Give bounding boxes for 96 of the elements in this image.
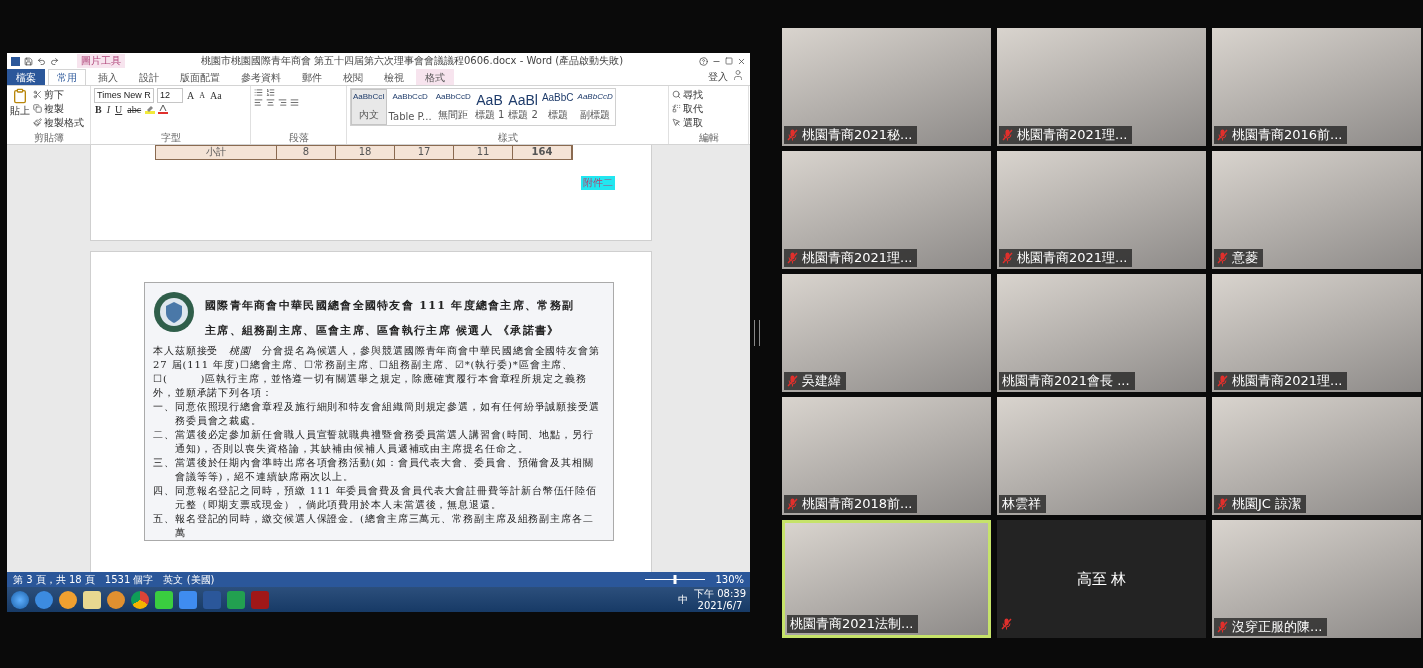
participant-name: 桃園JC 諒潔 xyxy=(1232,495,1302,513)
zoom-level: 130% xyxy=(715,574,744,585)
highlight-icon[interactable] xyxy=(145,105,156,114)
participant-name: 桃園青商2018前... xyxy=(802,495,913,513)
justify-icon[interactable] xyxy=(290,98,299,107)
select-button[interactable]: 選取 xyxy=(672,116,703,129)
group-label: 剪貼簿 xyxy=(32,132,65,144)
font-name-field[interactable]: Times New R xyxy=(94,88,154,103)
group-label: 段落 xyxy=(287,132,310,144)
table-cell: 164 xyxy=(513,146,572,159)
clock[interactable]: 下午 08:39 2021/6/7 xyxy=(694,587,746,612)
table-cell: 11 xyxy=(454,146,513,159)
paste-button[interactable]: 貼上 xyxy=(10,88,30,118)
shrink-font-button[interactable]: A xyxy=(198,91,206,100)
pledge-item: 同意依照現行總會章程及施行細則和特友會組織簡則規定參選，如有任何紛爭誠願接受選務委員會之裁處。 xyxy=(174,400,601,428)
undo-icon[interactable] xyxy=(37,56,46,66)
table-cell: 小計 xyxy=(156,146,277,159)
strikethrough-button[interactable]: abc xyxy=(126,104,143,115)
pledge-item: 同意報名登記之同時，預繳 111 年委員會費及會員代表大會註冊費等計新台幣伍仟陸佰元整（即期支票或現金），倘此項費用於本人未當選後，無息退還。 xyxy=(174,484,599,512)
user-avatar-icon[interactable] xyxy=(732,69,744,81)
participant-name: 桃園青商2016前... xyxy=(1232,126,1343,144)
language: 英文 (美國) xyxy=(163,572,215,587)
font-color-icon[interactable] xyxy=(158,105,169,114)
ribbon-tab[interactable]: 格式 xyxy=(416,69,454,85)
participant-name: 桃園青商2021理... xyxy=(1017,126,1128,144)
participant-name: 高至 林 xyxy=(1076,569,1127,589)
help-icon[interactable] xyxy=(699,56,708,66)
italic-button[interactable]: I xyxy=(105,104,111,115)
align-left-icon[interactable] xyxy=(254,98,263,107)
page-count: 第 3 頁，共 18 頁 xyxy=(13,572,95,587)
scissors-icon xyxy=(33,90,42,99)
start-button[interactable] xyxy=(11,590,29,609)
clipboard-icon xyxy=(12,88,28,104)
document-title: 主席、組務副主席、區會主席、區會執行主席 候選人 《承諾書》 xyxy=(205,323,561,338)
participant-name: 林雲祥 xyxy=(1002,495,1041,513)
item-number: 四、 xyxy=(153,484,175,498)
table-cell: 8 xyxy=(277,146,336,159)
sign-in-link[interactable]: 登入 xyxy=(708,70,728,84)
participant-name: 桃園青商2021理... xyxy=(1232,372,1343,390)
participant-name: 沒穿正服的陳... xyxy=(1232,618,1323,636)
item-number: 五、 xyxy=(153,512,175,526)
ball-icon[interactable] xyxy=(59,590,77,609)
participant-name: 意菱 xyxy=(1232,249,1258,267)
word-count: 1531 個字 xyxy=(104,572,154,587)
find-button[interactable]: 尋找 xyxy=(672,88,703,101)
participant-name: 桃園青商2021理... xyxy=(1017,249,1128,267)
attachment-label: 附件二 xyxy=(581,176,615,190)
ribbon-tab[interactable]: 檔案 xyxy=(7,69,45,85)
item-number: 二、 xyxy=(153,428,175,442)
align-center-icon[interactable] xyxy=(266,98,275,107)
group-label: 編輯 xyxy=(697,132,720,144)
picture-tools-label: 圖片工具 xyxy=(77,54,125,68)
participant-name: 桃園青商2021會長 ... xyxy=(1002,372,1130,390)
participant-name: 桃園青商2021理... xyxy=(802,249,913,267)
save-icon[interactable] xyxy=(24,56,33,66)
table-cell: 18 xyxy=(336,146,395,159)
copy-icon xyxy=(33,104,42,113)
pledge-item: 報名登記的同時，繳交候選人保證金。(總會主席三萬元、常務副主席及組務副主席各二萬 xyxy=(174,512,595,540)
emblem-icon xyxy=(153,291,195,333)
pointer-icon xyxy=(672,118,681,127)
format-painter-button[interactable]: 複製格式 xyxy=(33,116,84,129)
change-case-button[interactable]: Aa xyxy=(209,90,223,101)
style-option[interactable]: AaBbCcI 內文 xyxy=(351,89,387,125)
document-title: 國際青年商會中華民國總會全國特友會 111 年度總會主席、常務副 xyxy=(205,298,575,313)
item-number: 三、 xyxy=(153,456,175,470)
font-size-field[interactable]: 12 xyxy=(157,88,183,103)
item-number: 一、 xyxy=(153,400,175,414)
align-right-icon[interactable] xyxy=(278,98,287,107)
participant-name: 吳建緯 xyxy=(802,372,841,390)
table-cell: 17 xyxy=(395,146,454,159)
participant-name: 桃園青商2021法制... xyxy=(790,615,914,633)
bold-button[interactable]: B xyxy=(94,104,103,115)
window-title: 桃園市桃園國際青年商會 第五十四屆第六次理事會會議議程0606.docx - Word (產品啟動失敗) xyxy=(199,54,625,68)
input-method-indicator[interactable]: 中 xyxy=(678,592,688,607)
pledge-paragraph: 本人茲願接受 桃園 分會提名為候選人，參與競選國際青年商會中華民國總會全國特友會第 27 屆(111 年度)☐總會主席、☐常務副主席、☐組務副主席、☑*(執行委)*區會主席、☐( )區執行主席，並恪遵一切有關選舉之規定，除應確實履行本會章程所規定之義務外，並願承諾下列各項： xyxy=(153,344,601,400)
word-logo-icon xyxy=(11,56,20,66)
pledge-item: 當選後於任期內會準時出席各項會務活動(如：會員代表大會、委員會、預備會及其相關會議等等)，絕不連續缺席兩次以上。 xyxy=(174,456,595,484)
underline-button[interactable]: U xyxy=(114,104,124,115)
redo-icon[interactable] xyxy=(50,56,59,66)
grow-font-button[interactable]: A xyxy=(186,90,196,101)
replace-icon xyxy=(672,104,681,113)
copy-button[interactable]: 複製 xyxy=(33,102,84,115)
group-label: 樣式 xyxy=(496,132,519,144)
paintbrush-icon xyxy=(33,118,42,127)
search-icon xyxy=(672,90,681,99)
numbered-list-icon[interactable] xyxy=(266,88,275,97)
participant-name: 桃園青商2021秘... xyxy=(802,126,913,144)
bullet-list-icon[interactable] xyxy=(254,88,263,97)
replace-button[interactable]: 取代 xyxy=(672,102,703,115)
maximize-icon[interactable] xyxy=(725,57,733,65)
ribbon-tab[interactable]: 常用 xyxy=(48,69,86,85)
close-icon[interactable] xyxy=(737,56,746,66)
cut-button[interactable]: 剪下 xyxy=(33,88,84,101)
splitter-handle[interactable] xyxy=(754,320,760,346)
group-label: 字型 xyxy=(159,132,182,144)
pledge-item: 當選後必定參加新任會職人員宣誓就職典禮暨會務委員當選人講習會(時間、地點，另行通知)，否則以喪失資格論，其缺補由候補人員遞補或由主席提名任命之。 xyxy=(174,428,595,456)
